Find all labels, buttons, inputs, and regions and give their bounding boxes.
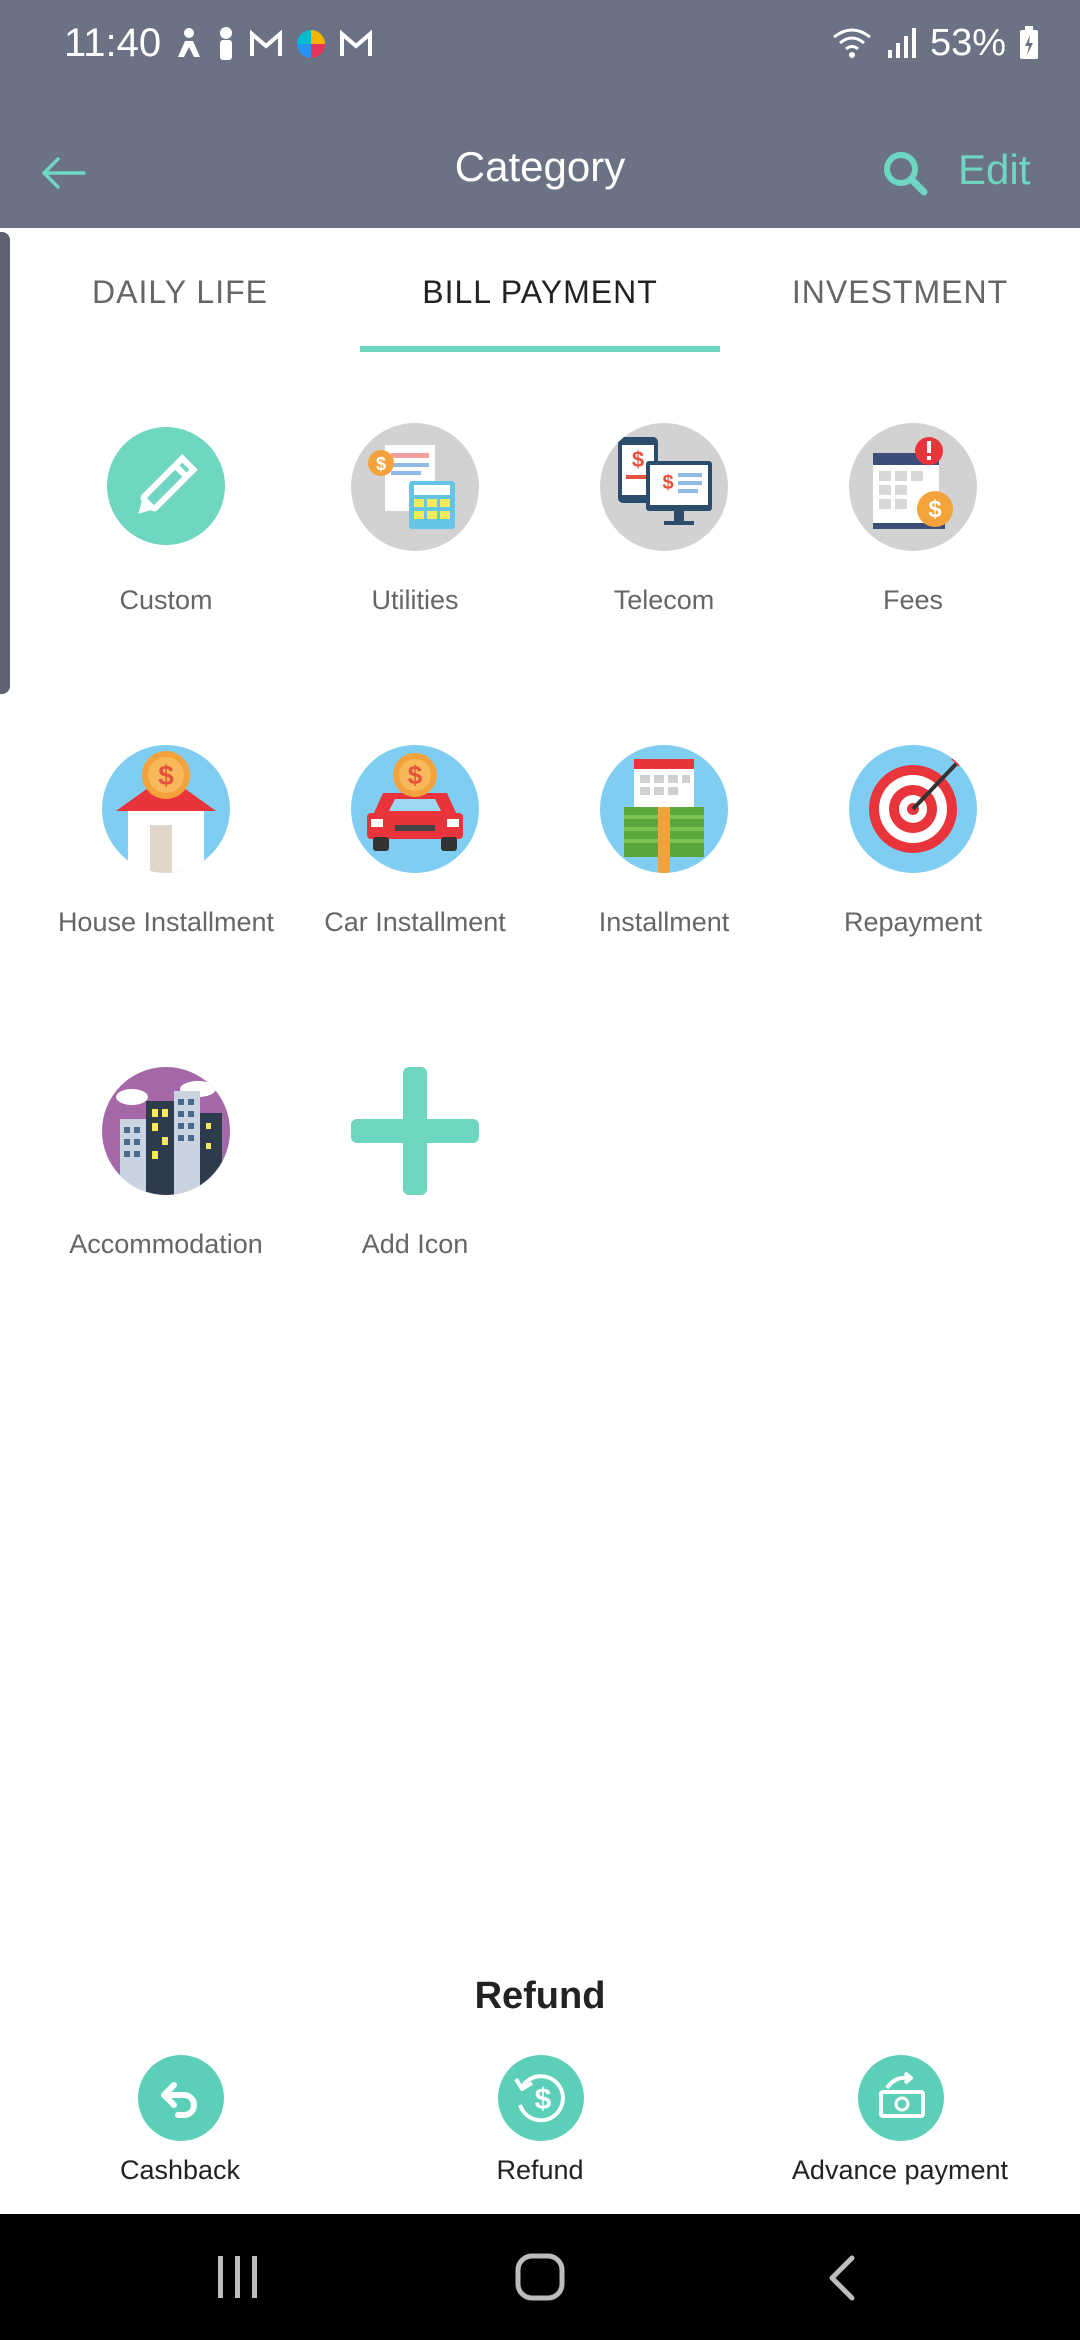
category-add-icon[interactable]: Add Icon [290, 1067, 540, 1327]
svg-text:$: $ [158, 760, 174, 791]
category-fees[interactable]: $ Fees [788, 423, 1038, 683]
svg-text:$: $ [535, 2083, 552, 2116]
fees-calendar-icon: $ [849, 423, 977, 551]
system-nav-bar [0, 2214, 1080, 2340]
installment-calendar-money-icon [600, 745, 728, 873]
svg-text:$: $ [662, 472, 673, 494]
category-label: Add Icon [361, 1229, 469, 1259]
cashback-button[interactable]: Cashback [0, 2055, 360, 2185]
category-label: Custom [119, 585, 213, 615]
status-time: 11:40 [64, 21, 162, 65]
category-label: Installment [598, 907, 730, 937]
active-tab-indicator [360, 346, 720, 352]
tab-daily-life[interactable]: DAILY LIFE [0, 272, 360, 312]
category-label: Accommodation [69, 1229, 263, 1259]
target-dart-icon [849, 745, 977, 873]
category-label: Telecom [613, 585, 715, 615]
refund-button[interactable]: $ Refund [360, 2055, 720, 2185]
system-status: 53% [830, 18, 1040, 68]
battery-percent: 53% [929, 22, 1006, 64]
refund-dollar-icon: $ [498, 2055, 584, 2141]
category-custom[interactable]: Custom [41, 423, 291, 683]
svg-text:$: $ [376, 454, 386, 474]
undo-arrow-icon [138, 2055, 224, 2141]
action-label: Advance payment [791, 2155, 1009, 2185]
search-icon[interactable] [880, 148, 932, 200]
pen-icon [220, 27, 232, 60]
category-label: Car Installment [324, 907, 506, 937]
accessibility-icon [178, 28, 200, 57]
action-label: Refund [496, 2155, 584, 2185]
battery-icon [1020, 26, 1038, 59]
utilities-bill-icon: $ [351, 423, 479, 551]
city-buildings-icon [102, 1067, 230, 1195]
category-label: Fees [882, 585, 944, 615]
category-label: House Installment [57, 907, 275, 937]
pencil-icon [107, 427, 225, 545]
colorful-app-icon [297, 30, 325, 58]
tab-investment[interactable]: INVESTMENT [720, 272, 1080, 312]
gmail-icon [250, 30, 282, 56]
advance-payment-button[interactable]: Advance payment [720, 2055, 1080, 2185]
category-accommodation[interactable]: Accommodation [41, 1067, 291, 1327]
recent-apps-icon[interactable] [212, 2254, 264, 2300]
advance-cash-icon [858, 2055, 944, 2141]
notification-icons [175, 20, 373, 68]
house-coin-icon: $ [102, 745, 230, 873]
app-bar: Category Edit [0, 90, 1080, 228]
svg-text:$: $ [928, 496, 942, 523]
category-label: Repayment [843, 907, 983, 937]
home-icon[interactable] [514, 2252, 566, 2302]
category-telecom[interactable]: $ $ Telecom [539, 423, 789, 683]
car-coin-icon: $ [351, 745, 479, 873]
category-utilities[interactable]: $ Utilities [290, 423, 540, 683]
tab-bill-payment[interactable]: BILL PAYMENT [360, 272, 720, 312]
wifi-icon [833, 28, 871, 58]
action-label: Cashback [119, 2155, 241, 2185]
sheet-title: Refund [474, 1975, 606, 2017]
gmail-icon [340, 30, 372, 56]
app-root: 11:40 53% Category Edit DAILY LIFE BILL … [0, 0, 1080, 2340]
category-installment[interactable]: Installment [539, 745, 789, 1005]
svg-text:$: $ [408, 760, 423, 790]
telecom-devices-icon: $ $ [600, 423, 728, 551]
category-repayment[interactable]: Repayment [788, 745, 1038, 1005]
back-icon[interactable] [822, 2254, 862, 2302]
category-house-installment[interactable]: $ House Installment [41, 745, 291, 1005]
svg-text:$: $ [632, 447, 644, 472]
signal-icon [887, 28, 916, 58]
status-bar: 11:40 53% [0, 0, 1080, 90]
edit-button[interactable]: Edit [958, 144, 1030, 196]
category-tabs: DAILY LIFE BILL PAYMENT INVESTMENT [0, 232, 1080, 356]
category-label: Utilities [371, 585, 459, 615]
plus-icon [351, 1067, 479, 1195]
category-car-installment[interactable]: $ Car Installment [290, 745, 540, 1005]
